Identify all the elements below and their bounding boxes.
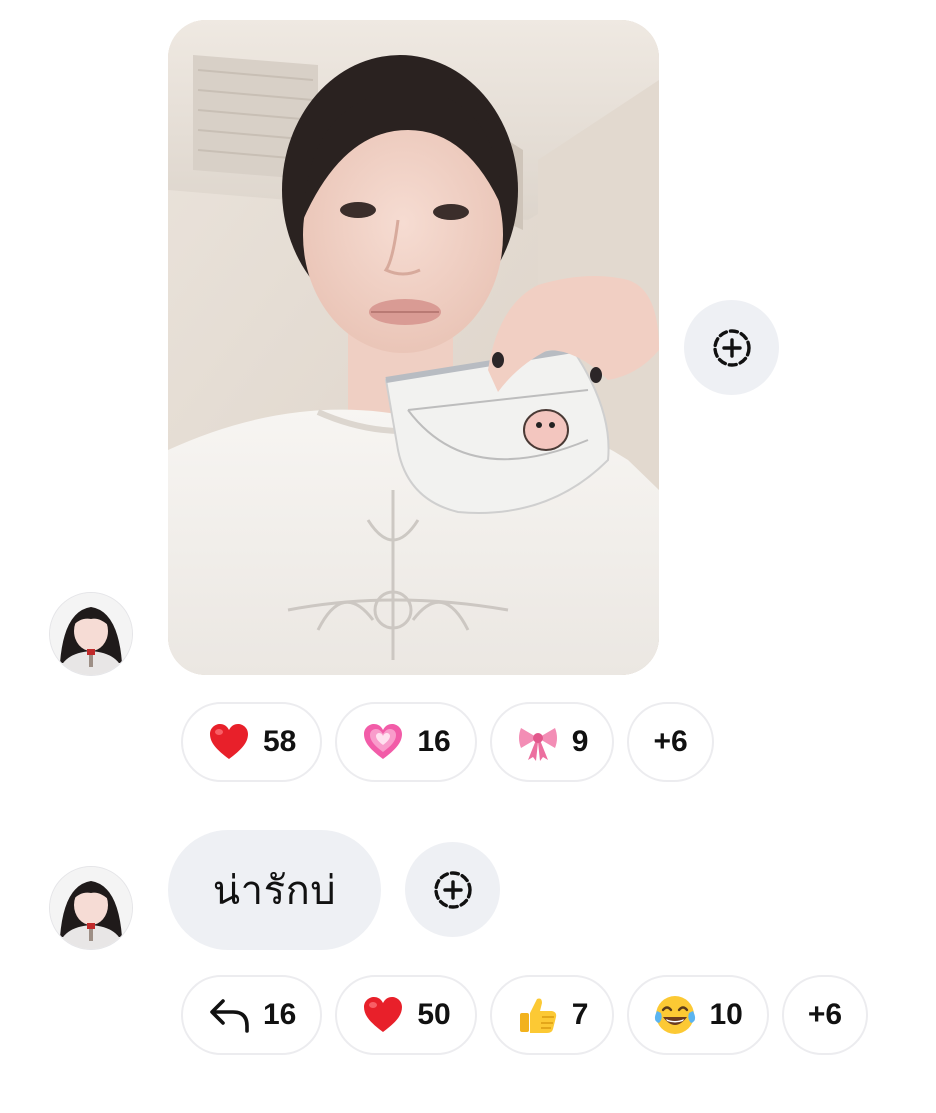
reaction-pill[interactable]: 50 bbox=[335, 975, 477, 1055]
add-reaction-icon bbox=[433, 870, 472, 909]
add-reaction-icon bbox=[712, 328, 751, 367]
red-heart-icon bbox=[361, 993, 405, 1037]
reaction-pill[interactable]: 10 bbox=[627, 975, 769, 1055]
add-reaction-button[interactable] bbox=[405, 842, 500, 937]
reaction-count: 50 bbox=[417, 998, 451, 1031]
more-reactions-button[interactable]: +6 bbox=[781, 975, 869, 1055]
tears-of-joy-icon bbox=[653, 993, 697, 1037]
reaction-count: 58 bbox=[263, 725, 297, 758]
message-bubble[interactable]: น่ารักบ่ bbox=[168, 830, 381, 950]
more-reactions-label: +6 bbox=[653, 725, 688, 758]
reaction-count: 7 bbox=[571, 998, 589, 1031]
avatar[interactable] bbox=[49, 592, 133, 676]
add-reaction-button[interactable] bbox=[684, 300, 779, 395]
more-reactions-button[interactable]: +6 bbox=[627, 702, 714, 782]
thumbs-up-icon bbox=[516, 993, 560, 1037]
avatar[interactable] bbox=[49, 866, 133, 950]
reaction-pill[interactable]: 7 bbox=[489, 975, 615, 1055]
reaction-count: 16 bbox=[417, 725, 451, 758]
reaction-pill[interactable]: 9 bbox=[489, 702, 615, 782]
reaction-bar: 16 50 7 10 +6 bbox=[181, 975, 869, 1055]
shared-photo[interactable] bbox=[168, 20, 659, 675]
reply-arrow-icon bbox=[207, 993, 251, 1037]
reaction-pill[interactable]: 58 bbox=[181, 702, 323, 782]
red-heart-icon bbox=[207, 720, 251, 764]
reaction-pill[interactable]: 16 bbox=[335, 702, 477, 782]
more-reactions-label: +6 bbox=[807, 998, 843, 1031]
reaction-count: 9 bbox=[571, 725, 589, 758]
reaction-bar: 58 16 9 +6 bbox=[181, 702, 714, 782]
message-text: น่ารักบ่ bbox=[212, 868, 337, 914]
reply-pill[interactable]: 16 bbox=[181, 975, 323, 1055]
ribbon-bow-icon bbox=[516, 720, 560, 764]
reaction-count: 10 bbox=[709, 998, 743, 1031]
reply-count: 16 bbox=[263, 998, 297, 1031]
sparkling-heart-icon bbox=[361, 720, 405, 764]
